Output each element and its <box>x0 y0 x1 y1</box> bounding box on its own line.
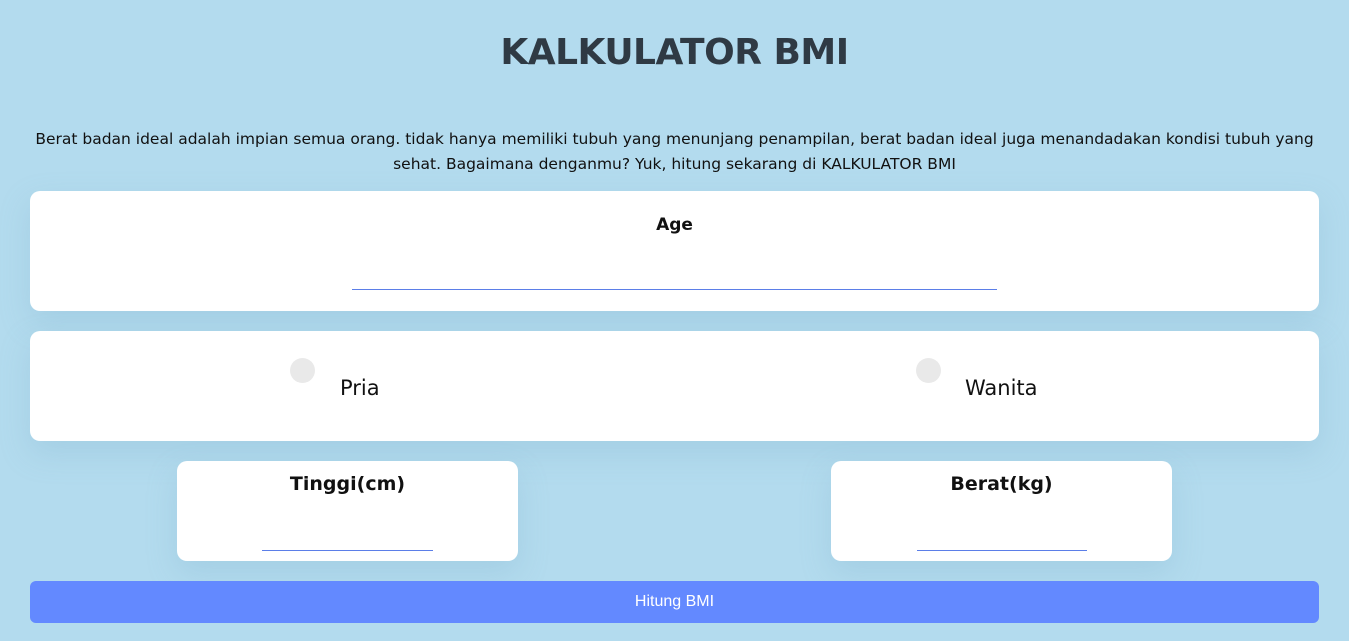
gender-radio-wanita[interactable] <box>916 358 941 383</box>
gender-label-pria[interactable]: Pria <box>340 376 380 400</box>
gender-label-wanita[interactable]: Wanita <box>965 376 1038 400</box>
calculate-bmi-button[interactable]: Hitung BMI <box>30 581 1319 623</box>
height-input[interactable] <box>262 525 433 551</box>
age-label: Age <box>656 215 693 235</box>
gender-radio-pria[interactable] <box>290 358 315 383</box>
weight-label: Berat(kg) <box>950 473 1053 495</box>
weight-input[interactable] <box>917 525 1087 551</box>
height-label: Tinggi(cm) <box>289 473 406 495</box>
page-description: Berat badan ideal adalah impian semua or… <box>35 130 1314 173</box>
age-card: Age <box>30 191 1319 311</box>
age-input[interactable] <box>352 262 997 290</box>
page-title: KALKULATOR BMI <box>500 32 849 73</box>
gender-card <box>30 331 1319 441</box>
